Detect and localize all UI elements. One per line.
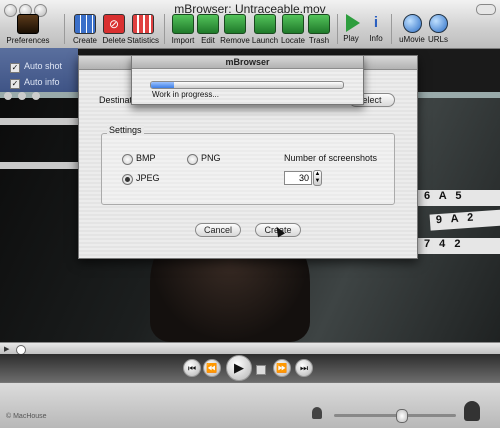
create-label: Create: [72, 36, 97, 45]
zoom-window-button[interactable]: [32, 92, 40, 100]
shelf-label: 9 A 2: [429, 209, 500, 231]
sheet-title: mBrowser: [225, 57, 270, 67]
options-drawer: ✓ Auto shot ✓ Auto info: [0, 48, 78, 92]
minimize-window-button[interactable]: [18, 92, 26, 100]
screenshots-count-label: Number of screenshots: [284, 153, 378, 163]
checkmark-icon: ✓: [10, 79, 20, 89]
toolbar-separator: [164, 14, 165, 44]
play-pause-button[interactable]: ▶: [226, 355, 252, 381]
settings-label: Settings: [107, 125, 144, 135]
statistics-button[interactable]: Statistics: [126, 14, 160, 45]
bmp-label: BMP: [136, 153, 156, 163]
skip-end-button[interactable]: ⏭: [295, 359, 313, 377]
progress-bar: [150, 81, 344, 89]
screenshots-count-field[interactable]: 30: [284, 171, 312, 185]
auto-info-checkbox[interactable]: ✓ Auto info: [10, 77, 60, 89]
progress-fill: [151, 82, 175, 88]
play-icon: [346, 14, 360, 32]
volume-high-icon: [464, 401, 480, 421]
trash-button[interactable]: Trash: [302, 14, 336, 45]
screenshots-count-stepper[interactable]: ▲ ▼: [313, 170, 322, 186]
destination-label: Destinat: [99, 95, 133, 105]
volume-slider-knob[interactable]: [395, 409, 408, 423]
auto-shot-checkbox[interactable]: ✓ Auto shot: [10, 61, 62, 73]
preferences-label: Preferences: [6, 36, 50, 45]
launch-icon: [254, 14, 276, 34]
main-toolbar: mBrowser: Untraceable.mov Preferences Cr…: [0, 0, 500, 49]
remove-button[interactable]: Remove: [218, 14, 252, 45]
create-icon: [74, 14, 96, 34]
statistics-icon: [132, 14, 154, 34]
settings-group: BMP PNG JPEG Number of screenshots 30 ▲ ▼: [101, 133, 395, 205]
delete-icon: ⊘: [103, 14, 125, 34]
preferences-button[interactable]: Preferences: [6, 14, 50, 45]
progress-status-text: Work in progress...: [152, 90, 219, 99]
urls-label: URLs: [427, 35, 448, 44]
urls-button[interactable]: URLs: [421, 14, 455, 44]
cancel-button[interactable]: Cancel: [195, 223, 241, 237]
statistics-label: Statistics: [126, 36, 159, 45]
checkmark-icon: ✓: [10, 63, 20, 73]
toolbar-separator: [64, 14, 65, 44]
edit-icon: [197, 14, 219, 34]
preferences-icon: [17, 14, 39, 34]
info-icon: i: [373, 14, 379, 31]
launch-label: Launch: [251, 36, 279, 45]
status-bar: © MacHouse: [0, 382, 500, 428]
delete-label: Delete: [102, 36, 126, 45]
info-label: Info: [369, 34, 383, 43]
remove-icon: [224, 14, 246, 34]
fast-forward-button[interactable]: ⏩: [273, 359, 291, 377]
shelf-label: 7 4 2: [418, 238, 500, 254]
globe-icon: [428, 14, 448, 33]
trash-icon: [308, 14, 330, 34]
globe-icon: [402, 14, 422, 33]
close-window-button[interactable]: [4, 92, 12, 100]
auto-info-label: Auto info: [24, 77, 60, 87]
progress-sheet: mBrowser Work in progress...: [131, 55, 364, 105]
play-small-icon[interactable]: ▶: [4, 345, 9, 353]
jpeg-label: JPEG: [136, 173, 160, 183]
auto-shot-label: Auto shot: [24, 61, 63, 71]
stop-button[interactable]: [256, 365, 266, 375]
toolbar-toggle-button[interactable]: [476, 4, 496, 15]
locate-icon: [282, 14, 304, 34]
png-label: PNG: [201, 153, 221, 163]
remove-label: Remove: [220, 36, 250, 45]
skip-start-button[interactable]: ⏮: [183, 359, 201, 377]
shelf-label: 6 A 5: [418, 190, 500, 206]
info-button[interactable]: i Info: [359, 14, 393, 43]
rewind-button[interactable]: ⏪: [203, 359, 221, 377]
jpeg-radio[interactable]: [122, 174, 133, 185]
sheet-titlebar: mBrowser: [132, 56, 363, 69]
playback-controls: ⏮ ⏪ ▶ ⏩ ⏭: [0, 354, 500, 382]
play-label: Play: [343, 34, 359, 43]
toolbar-separator: [391, 14, 392, 44]
trash-label: Trash: [308, 36, 330, 45]
bmp-radio[interactable]: [122, 154, 133, 165]
png-radio[interactable]: [187, 154, 198, 165]
copyright-label: © MacHouse: [6, 413, 47, 420]
volume-low-icon: [312, 407, 322, 419]
edit-label: Edit: [201, 36, 215, 45]
